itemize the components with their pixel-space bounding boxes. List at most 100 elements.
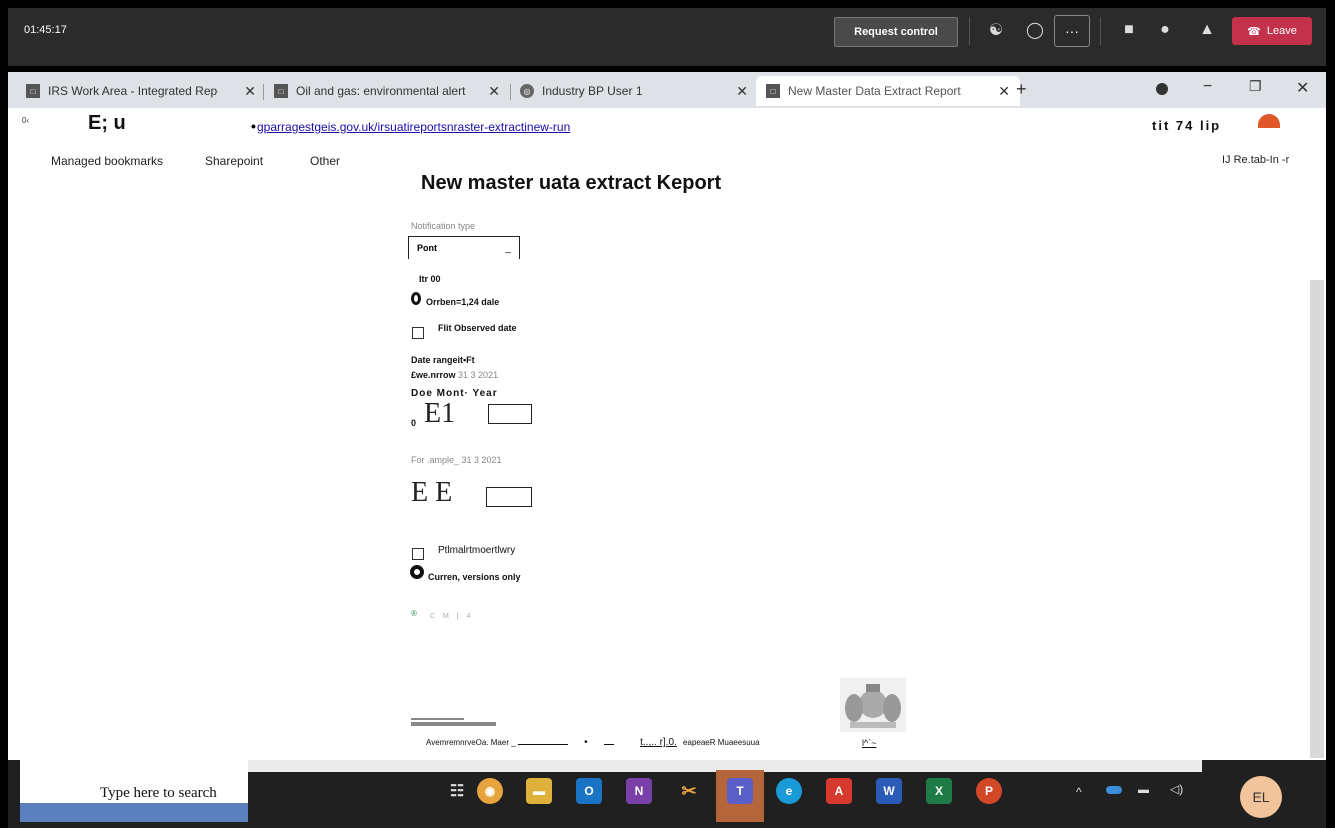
request-control-button[interactable]: Request control	[834, 17, 958, 47]
tab-label: IRS Work Area - Integrated Repo	[48, 84, 218, 98]
current-versions-label: Curren, versions only	[428, 572, 521, 582]
scrollbar[interactable]	[1310, 280, 1324, 758]
close-window-icon[interactable]: ✕	[1296, 78, 1309, 98]
notification-type-value: Pont	[417, 243, 437, 253]
chrome-icon[interactable]: ◉	[477, 778, 503, 804]
date-range-label: Date rangeit•Ft	[411, 355, 475, 365]
footer-mid2[interactable]: t..,.. r].0.	[640, 737, 677, 748]
network-icon[interactable]: ▬	[1138, 784, 1149, 796]
chevron-up-icon[interactable]: ^	[1076, 785, 1082, 799]
date-from-field[interactable]: E1	[424, 398, 455, 430]
year-from-input[interactable]	[488, 404, 532, 424]
notification-type-select[interactable]: Pont _	[408, 236, 520, 259]
address-bar	[8, 108, 1326, 142]
teams-icon[interactable]: T	[727, 778, 753, 804]
people-icon[interactable]: ☯	[983, 17, 1009, 43]
address-right-text: tit 74 lip	[1152, 118, 1222, 133]
outlook-icon[interactable]: O	[576, 778, 602, 804]
footer-rule	[411, 718, 464, 720]
edge-icon[interactable]: e	[776, 778, 802, 804]
footer-left: AvemremnrveOa. Maer _	[426, 738, 516, 747]
bookmarks-right[interactable]: IJ Re.tab-In -r	[1222, 154, 1289, 166]
notification-type-label: Notification type	[411, 221, 476, 231]
share-icon[interactable]: ▲	[1194, 17, 1220, 43]
bullet-icon: •	[251, 118, 256, 134]
site-favicon-icon: □	[766, 84, 780, 98]
example-prefix: £we.nrrow	[411, 370, 456, 380]
close-tab-icon[interactable]: ✕	[736, 83, 748, 100]
page-title: New master uata extract Keport	[421, 172, 722, 194]
royal-crest-logo	[840, 678, 906, 732]
minimize-icon[interactable]: −	[1203, 78, 1212, 96]
year-to-input[interactable]	[486, 487, 532, 507]
dropdown-icon: _	[505, 243, 511, 254]
field-a-prefix: 0	[411, 418, 417, 428]
globe-icon: ◎	[520, 84, 534, 98]
site-favicon-icon: □	[274, 84, 288, 98]
powerpoint-icon[interactable]: P	[976, 778, 1002, 804]
word-icon[interactable]: W	[876, 778, 902, 804]
url-field[interactable]: gparragestgeis.gov.uk/irsuatireportsnras…	[257, 120, 570, 134]
search-highlight	[20, 803, 248, 822]
profile-icon[interactable]	[1156, 83, 1168, 95]
phone-icon: ☎	[1247, 25, 1261, 38]
excel-icon[interactable]: X	[926, 778, 952, 804]
footer-mid3: eapeaeR Muaeesuua	[683, 738, 760, 747]
footer-underline	[603, 744, 614, 745]
run-report-button[interactable]: C M [ 4	[430, 613, 474, 620]
radio-icon[interactable]	[411, 292, 421, 305]
example-label: £we.nrrow 31 3 2021	[411, 370, 498, 380]
site-favicon-icon: □	[26, 84, 40, 98]
footer-mid1: •	[584, 737, 588, 748]
address-prefix: E; u	[88, 112, 126, 134]
radio-icon[interactable]	[410, 565, 424, 579]
onedrive-icon[interactable]	[1106, 786, 1122, 794]
footer-text: AvemremnrveOa. Maer _ • t..,.. r].0. eap…	[426, 737, 760, 748]
toolbar-divider	[1100, 17, 1101, 45]
back-icon[interactable]: 0‹	[22, 116, 29, 125]
crest-caption: l^`~	[862, 738, 877, 748]
tab-label: Industry BP User 1	[542, 84, 643, 98]
chat-icon[interactable]: ◯	[1022, 17, 1048, 43]
example-value: 31 3 2021	[458, 370, 499, 380]
tab-label: Oil and gas: environmental alerts	[296, 84, 466, 98]
primary-check-label: Ptlmalrtmoertlwry	[438, 545, 516, 556]
volume-icon[interactable]: ◁)	[1170, 782, 1183, 796]
close-tab-icon[interactable]: ✕	[998, 83, 1010, 100]
primary-checkbox[interactable]	[412, 548, 424, 560]
footer-rule	[411, 722, 496, 726]
leave-button[interactable]: ☎ Leave	[1232, 17, 1312, 45]
tab-new-master-data[interactable]: □ New Master Data Extract Report ✕	[756, 76, 1020, 106]
itr-label: Itr 00	[419, 274, 441, 284]
acrobat-icon[interactable]: A	[826, 778, 852, 804]
bookmark-managed[interactable]: Managed bookmarks	[51, 154, 163, 168]
more-options-button[interactable]: ···	[1054, 15, 1090, 47]
onenote-icon[interactable]: N	[626, 778, 652, 804]
example-2-label: For .ample_ 31 3 2021	[411, 455, 502, 465]
tab-irs-work-area[interactable]: □ IRS Work Area - Integrated Repo ✕	[26, 76, 256, 106]
task-view-icon[interactable]: ☷	[444, 778, 470, 804]
tab-industry-bp-user[interactable]: ◎ Industry BP User 1 ✕	[520, 76, 748, 106]
bookmark-other[interactable]: Other	[310, 154, 340, 168]
new-tab-icon[interactable]: +	[1016, 79, 1027, 100]
leave-label: Leave	[1266, 25, 1297, 37]
restore-icon[interactable]: ❐	[1249, 78, 1262, 95]
file-explorer-icon[interactable]: ▬	[526, 778, 552, 804]
mic-icon[interactable]: ●	[1152, 17, 1178, 43]
search-placeholder: Type here to search	[100, 785, 217, 801]
footer-underline	[517, 744, 568, 745]
tab-oil-gas-alerts[interactable]: □ Oil and gas: environmental alerts ✕	[274, 76, 500, 106]
tab-label: New Master Data Extract Report	[788, 84, 961, 98]
filter-observed-checkbox[interactable]	[412, 327, 424, 339]
close-tab-icon[interactable]: ✕	[488, 83, 500, 100]
meeting-timer: 01:45:17	[24, 24, 67, 36]
user-avatar[interactable]: EL	[1240, 776, 1282, 818]
bookmark-sharepoint[interactable]: Sharepoint	[205, 154, 263, 168]
tab-divider	[510, 84, 511, 100]
status-dot-icon: ®	[411, 609, 417, 618]
close-tab-icon[interactable]: ✕	[244, 83, 256, 100]
camera-off-icon[interactable]: ■	[1116, 17, 1142, 43]
date-to-field[interactable]: E E	[411, 477, 452, 509]
toolbar-divider	[969, 17, 970, 45]
snipping-tool-icon[interactable]: ✂	[676, 778, 702, 804]
